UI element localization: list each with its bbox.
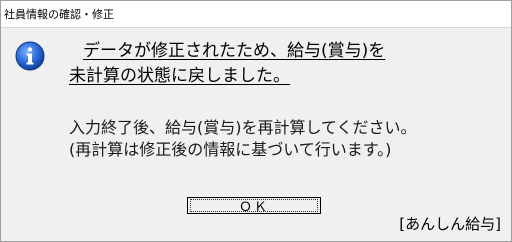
info-icon bbox=[15, 41, 45, 71]
ok-button[interactable]: ＯＫ bbox=[187, 197, 321, 214]
app-name-label: [あんしん給与] bbox=[399, 215, 501, 233]
dialog-window: 社員情報の確認・修正 データが修正されたため、給与(賞与)を 未計算の状態に戻し… bbox=[0, 0, 512, 242]
message-line-2: (再計算は修正後の情報に基づいて行います。) bbox=[69, 140, 392, 159]
headline-line-1: データが修正されたため、給与(賞与)を bbox=[83, 41, 386, 61]
window-title: 社員情報の確認・修正 bbox=[4, 8, 114, 21]
message-line-1: 入力終了後、給与(賞与)を再計算してください。 bbox=[69, 118, 417, 137]
headline-line-2: 未計算の状態に戻しました。 bbox=[69, 66, 290, 86]
headline-message: データが修正されたため、給与(賞与)を 未計算の状態に戻しました。 bbox=[69, 39, 499, 89]
title-divider bbox=[1, 27, 511, 28]
ok-button-label: ＯＫ bbox=[190, 199, 318, 214]
body-message: 入力終了後、給与(賞与)を再計算してください。 (再計算は修正後の情報に基づいて… bbox=[69, 117, 499, 161]
title-bar[interactable]: 社員情報の確認・修正 bbox=[1, 1, 511, 27]
